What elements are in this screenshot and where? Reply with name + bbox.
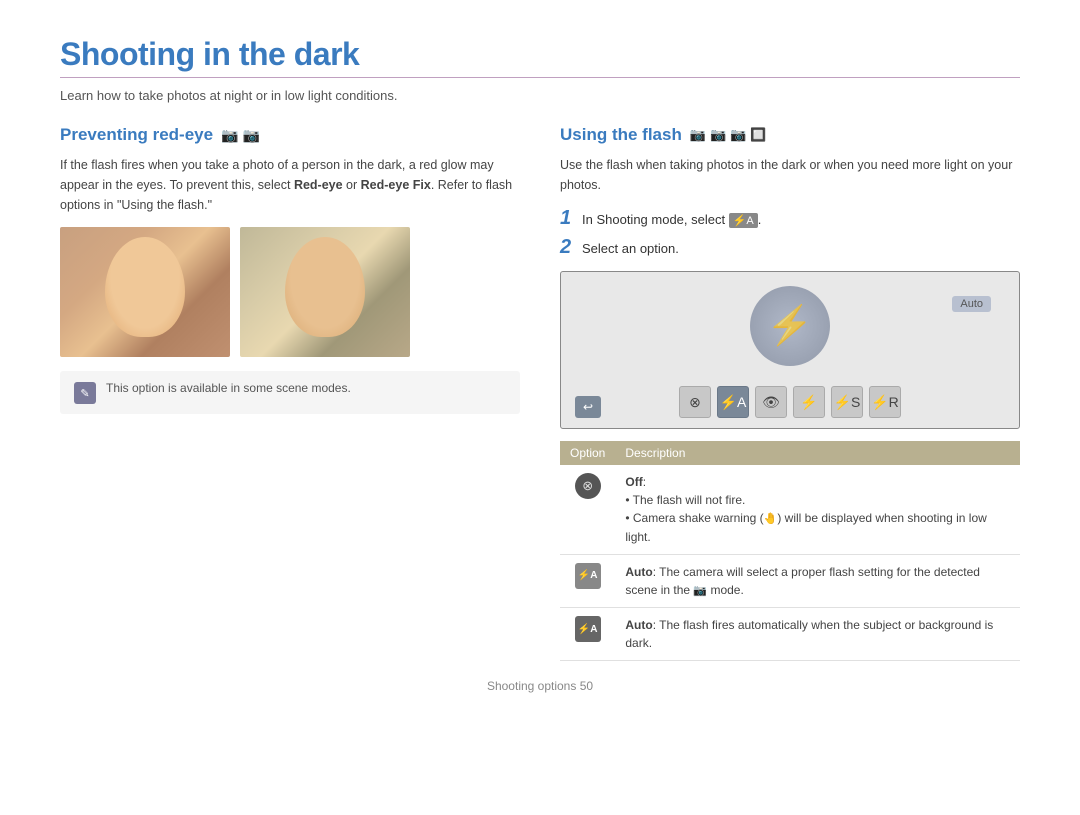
steps-container: 1 In Shooting mode, select ⚡A. 2 Select … <box>560 207 1020 259</box>
section-icons: 📷 📷 <box>221 127 260 144</box>
auto-flash-description: Auto: The flash fires automatically when… <box>615 608 1020 661</box>
icon-btn-redeye[interactable]: ⚡R <box>869 386 901 418</box>
auto-flash-icon: ⚡A <box>575 616 601 642</box>
smart-mode-icon: 📷 <box>693 585 707 597</box>
auto-label: Auto <box>952 296 991 312</box>
photo-before <box>60 227 230 357</box>
flash-icon-2: 📷 <box>710 127 726 143</box>
off-icon: ⊗ <box>575 473 601 499</box>
auto-smart-icon: ⚡A <box>575 563 601 589</box>
ui-main-area: Auto <box>575 286 1005 374</box>
photo-after <box>240 227 410 357</box>
page-subtitle: Learn how to take photos at night or in … <box>60 88 1020 103</box>
icon-option-row: ⊗ ⚡A 👁 ⚡ ⚡S ⚡R <box>679 386 901 418</box>
off-description: Off: • The flash will not fire. • Camera… <box>615 465 1020 554</box>
flash-big-circle-icon <box>750 286 830 366</box>
footer: Shooting options 50 <box>60 679 1020 693</box>
step-1: 1 In Shooting mode, select ⚡A. <box>560 207 1020 230</box>
page-title: Shooting in the dark <box>60 36 1020 73</box>
icon-btn-slow[interactable]: ⚡S <box>831 386 863 418</box>
camera-icon-1: 📷 <box>221 127 238 144</box>
step-2: 2 Select an option. <box>560 236 1020 259</box>
options-table: Option Description ⊗ Off: • The flash wi… <box>560 441 1020 661</box>
left-section-body: If the flash fires when you take a photo… <box>60 155 520 215</box>
note-icon: ✎ <box>74 382 96 404</box>
off-desc-2: • Camera shake warning (🤚) will be displ… <box>625 511 986 544</box>
table-row-auto-smart: ⚡A Auto: The camera will select a proper… <box>560 554 1020 608</box>
section-title-text: Preventing red-eye <box>60 125 213 145</box>
page-container: Shooting in the dark Learn how to take p… <box>0 0 1080 723</box>
flash-section-icons: 📷 📷 📷 🔲 <box>690 127 767 143</box>
body-text-2: or <box>343 178 361 192</box>
auto-flash-title: Auto <box>625 618 652 632</box>
bold-red-eye: Red-eye <box>294 178 343 192</box>
back-button[interactable]: ↩ <box>575 396 601 418</box>
shake-icon: 🤚 <box>764 513 778 525</box>
off-desc-1: • The flash will not fire. <box>625 493 745 507</box>
auto-smart-title: Auto <box>625 565 652 579</box>
section-title-flash: Using the flash 📷 📷 📷 🔲 <box>560 125 1020 145</box>
table-row-auto-flash: ⚡A Auto: The flash fires automatically w… <box>560 608 1020 661</box>
auto-smart-description: Auto: The camera will select a proper fl… <box>615 554 1020 608</box>
face-overlay-1 <box>105 237 185 337</box>
icon-btn-flash[interactable]: ⚡ <box>793 386 825 418</box>
table-row-off: ⊗ Off: • The flash will not fire. • Came… <box>560 465 1020 554</box>
photos-row <box>60 227 520 357</box>
camera-icon-2: 📷 <box>243 127 260 144</box>
ui-box-inner: Auto ⊗ ⚡A 👁 ⚡ ⚡S ⚡R <box>575 286 1005 418</box>
note-text: This option is available in some scene m… <box>106 381 351 395</box>
table-header-desc: Description <box>615 441 1020 465</box>
off-title: Off <box>625 475 642 489</box>
face-overlay-2 <box>285 237 365 337</box>
flash-icon-3: 📷 <box>730 127 746 143</box>
right-column: Using the flash 📷 📷 📷 🔲 Use the flash wh… <box>560 125 1020 661</box>
step-2-text: Select an option. <box>582 241 679 256</box>
step-1-text: In Shooting mode, select ⚡A. <box>582 212 761 228</box>
section-title-red-eye: Preventing red-eye 📷 📷 <box>60 125 520 145</box>
note-box: ✎ This option is available in some scene… <box>60 371 520 414</box>
icon-btn-off[interactable]: ⊗ <box>679 386 711 418</box>
icon-btn-eye[interactable]: 👁 <box>755 386 787 418</box>
bold-red-eye-fix: Red-eye Fix <box>361 178 431 192</box>
ui-screenshot-box: Auto ⊗ ⚡A 👁 ⚡ ⚡S ⚡R ↩ <box>560 271 1020 429</box>
flash-icon-1: 📷 <box>690 127 706 143</box>
right-section-body: Use the flash when taking photos in the … <box>560 155 1020 195</box>
icon-btn-auto-flash[interactable]: ⚡A <box>717 386 749 418</box>
two-column-layout: Preventing red-eye 📷 📷 If the flash fire… <box>60 125 1020 661</box>
flash-icon-4: 🔲 <box>750 127 766 143</box>
section-title-flash-text: Using the flash <box>560 125 682 145</box>
left-column: Preventing red-eye 📷 📷 If the flash fire… <box>60 125 520 661</box>
flash-select-icon: ⚡A <box>729 213 758 228</box>
table-header-option: Option <box>560 441 615 465</box>
title-divider <box>60 77 1020 78</box>
